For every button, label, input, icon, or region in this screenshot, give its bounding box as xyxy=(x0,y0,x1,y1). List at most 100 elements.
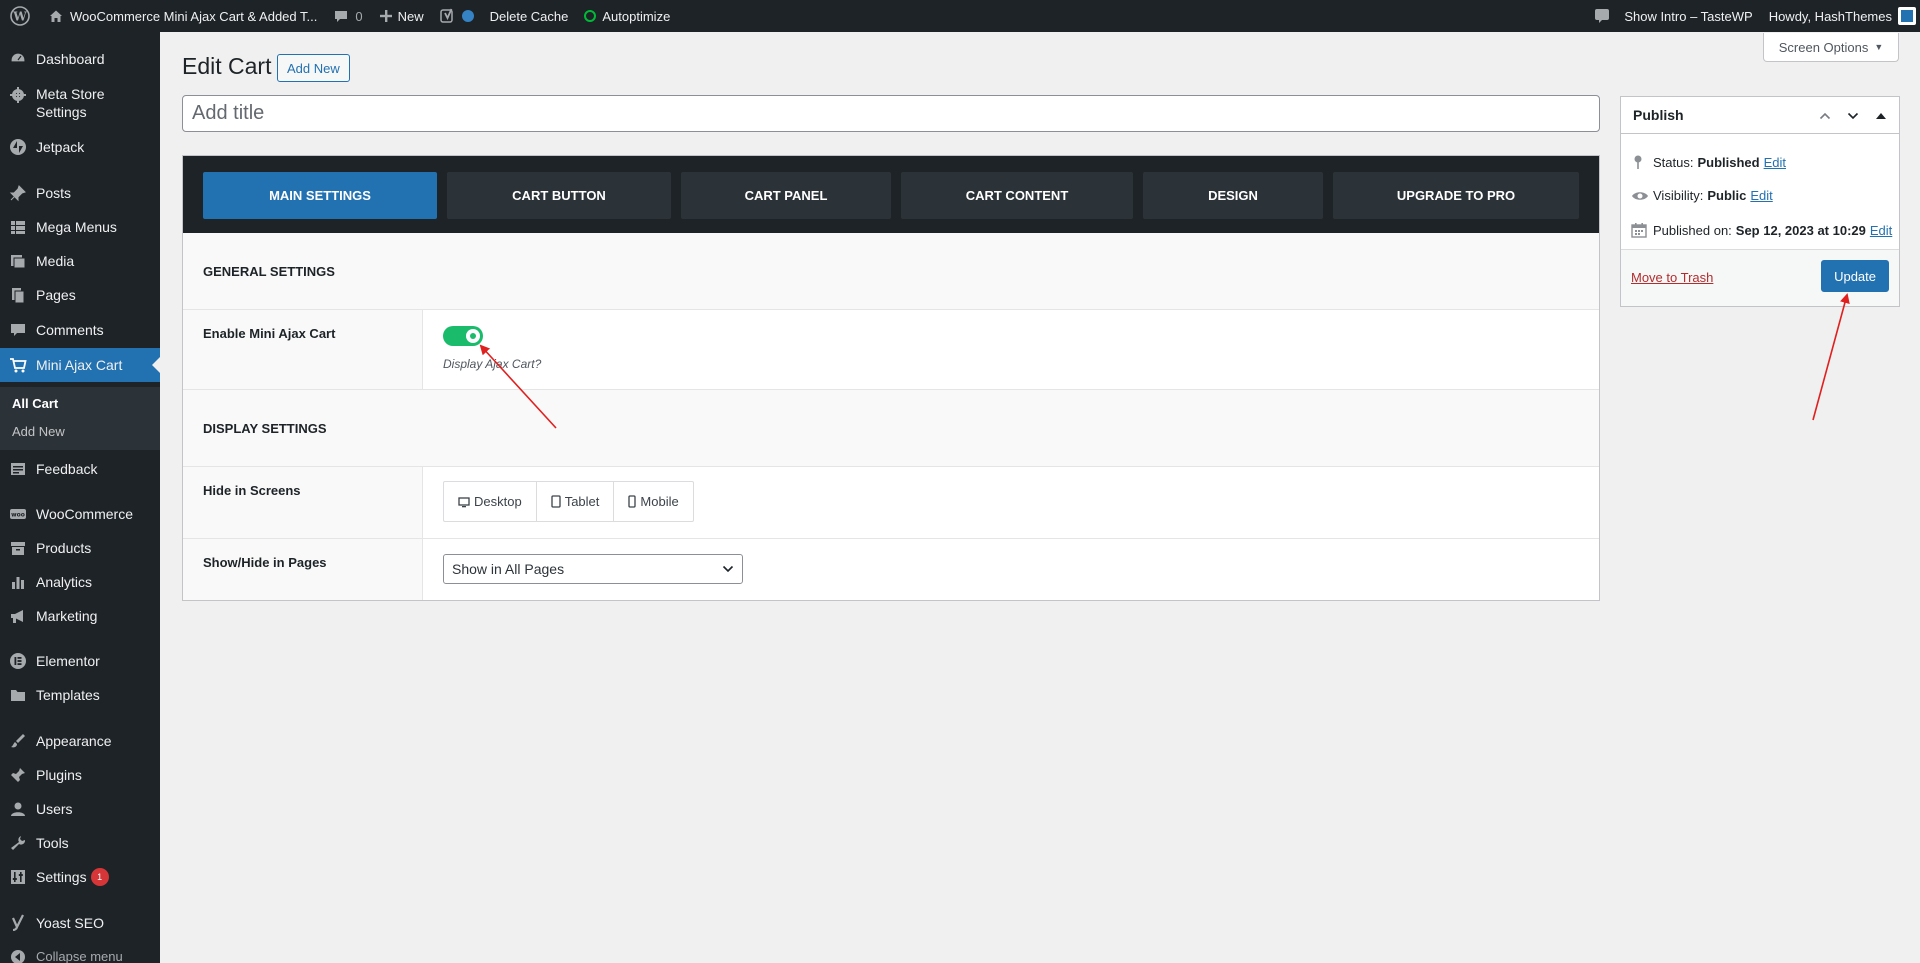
site-name-link[interactable]: WooCommerce Mini Ajax Cart & Added T... xyxy=(40,0,325,32)
move-down-icon[interactable] xyxy=(1843,106,1863,126)
status-edit-link[interactable]: Edit xyxy=(1764,155,1786,170)
yoast-menu[interactable] xyxy=(432,0,482,32)
sidebar-item-label: Marketing xyxy=(36,608,98,624)
media-icon xyxy=(0,252,36,270)
sidebar-item-label: Mini Ajax Cart xyxy=(36,357,123,373)
show-intro-link[interactable]: Show Intro – TasteWP xyxy=(1586,0,1760,32)
screen-options-button[interactable]: Screen Options ▼ xyxy=(1763,33,1899,62)
sidebar-item-settings[interactable]: Settings 1 xyxy=(0,868,160,886)
collapse-toggle-icon[interactable] xyxy=(1871,106,1891,126)
sidebar-item-elementor[interactable]: Elementor xyxy=(0,652,160,670)
site-name: WooCommerce Mini Ajax Cart & Added T... xyxy=(70,8,318,24)
tab-cart-panel[interactable]: CART PANEL xyxy=(681,172,891,219)
sidebar-item-comments[interactable]: Comments xyxy=(0,321,160,339)
sidebar-item-appearance[interactable]: Appearance xyxy=(0,732,160,750)
settings-icon xyxy=(0,868,36,886)
sidebar-item-label: Posts xyxy=(36,185,72,201)
device-mobile-button[interactable]: Mobile xyxy=(614,482,692,521)
avatar xyxy=(1898,7,1916,25)
publish-actions: Move to Trash Update xyxy=(1621,249,1899,306)
sidebar-item-label: Jetpack xyxy=(36,139,85,155)
visibility-edit-link[interactable]: Edit xyxy=(1750,188,1772,203)
sidebar-item-analytics[interactable]: Analytics xyxy=(0,573,160,591)
sidebar-item-users[interactable]: Users xyxy=(0,800,160,818)
move-up-icon[interactable] xyxy=(1815,106,1835,126)
enable-cart-toggle[interactable] xyxy=(443,326,483,346)
update-button[interactable]: Update xyxy=(1821,260,1889,292)
device-desktop-button[interactable]: Desktop xyxy=(444,482,537,521)
chevron-down-icon xyxy=(722,565,734,573)
tab-upgrade-to-pro[interactable]: UPGRADE TO PRO xyxy=(1333,172,1579,219)
sidebar-item-marketing[interactable]: Marketing xyxy=(0,607,160,625)
settings-tab-bar: MAIN SETTINGS CART BUTTON CART PANEL CAR… xyxy=(183,156,1599,233)
sidebar-item-mega-menus[interactable]: Mega Menus xyxy=(0,218,160,236)
comments-link[interactable]: 0 xyxy=(325,0,370,32)
howdy-label: Howdy, HashThemes xyxy=(1768,8,1892,24)
new-content-link[interactable]: New xyxy=(371,0,432,32)
device-mobile-label: Mobile xyxy=(640,494,679,509)
submenu-item-add-new[interactable]: Add New xyxy=(12,424,65,439)
sidebar-item-label: Yoast SEO xyxy=(36,915,104,931)
sidebar-item-label: Feedback xyxy=(36,461,98,477)
svg-text:W: W xyxy=(12,10,27,24)
sidebar-item-pages[interactable]: Pages xyxy=(0,286,160,304)
sidebar-item-jetpack[interactable]: Jetpack xyxy=(0,138,160,156)
general-settings-heading: GENERAL SETTINGS xyxy=(183,233,1599,310)
published-on-edit-link[interactable]: Edit xyxy=(1870,223,1892,238)
sidebar-item-media[interactable]: Media xyxy=(0,252,160,270)
sidebar-item-mini-ajax-cart[interactable]: Mini Ajax Cart xyxy=(0,348,160,382)
sidebar-item-label: Analytics xyxy=(36,574,93,590)
tab-cart-content[interactable]: CART CONTENT xyxy=(901,172,1133,219)
sidebar-item-label: WooCommerce xyxy=(36,506,133,522)
move-to-trash-link[interactable]: Move to Trash xyxy=(1631,270,1713,285)
device-tablet-button[interactable]: Tablet xyxy=(537,482,615,521)
device-selector: Desktop Tablet Mobile xyxy=(443,481,694,522)
wordpress-logo-icon[interactable]: W xyxy=(0,0,40,32)
sidebar-item-label: Pages xyxy=(36,287,76,303)
comment-icon xyxy=(0,321,36,339)
post-status-line: Status: Published Edit xyxy=(1631,154,1786,170)
sidebar-item-woocommerce[interactable]: woo WooCommerce xyxy=(0,505,160,523)
desktop-icon xyxy=(458,496,470,508)
display-settings-title: DISPLAY SETTINGS xyxy=(203,420,327,436)
collapse-menu-button[interactable]: Collapse menu xyxy=(0,948,160,963)
sidebar-item-posts[interactable]: Posts xyxy=(0,184,160,202)
folder-icon xyxy=(0,686,36,704)
sidebar-item-label: Dashboard xyxy=(36,51,105,67)
enable-cart-description: Display Ajax Cart? xyxy=(443,357,542,371)
autoptimize-link[interactable]: Autoptimize xyxy=(576,0,678,32)
sidebar-item-label: Elementor xyxy=(36,653,100,669)
delete-cache-link[interactable]: Delete Cache xyxy=(482,0,577,32)
publish-title: Publish xyxy=(1633,107,1684,123)
tab-main-settings[interactable]: MAIN SETTINGS xyxy=(203,172,437,219)
publish-controls xyxy=(1815,97,1891,134)
show-hide-pages-select[interactable]: Show in All Pages xyxy=(443,554,743,584)
grid-icon xyxy=(0,218,36,236)
visibility-label: Visibility: xyxy=(1653,188,1704,203)
home-icon xyxy=(48,8,64,24)
sidebar-item-templates[interactable]: Templates xyxy=(0,686,160,704)
calendar-icon xyxy=(1631,222,1653,238)
sidebar-item-tools[interactable]: Tools xyxy=(0,834,160,852)
sidebar-item-feedback[interactable]: Feedback xyxy=(0,460,160,478)
tab-design[interactable]: DESIGN xyxy=(1143,172,1323,219)
toggle-knob xyxy=(466,329,480,343)
sidebar-item-label: Tools xyxy=(36,835,69,851)
comments-count: 0 xyxy=(355,8,363,24)
add-new-button[interactable]: Add New xyxy=(277,54,350,82)
sidebar-item-yoast-seo[interactable]: Yoast SEO xyxy=(0,914,160,932)
dashboard-icon xyxy=(0,50,36,68)
title-input[interactable] xyxy=(182,95,1600,132)
sidebar-item-dashboard[interactable]: Dashboard xyxy=(0,50,160,68)
sidebar-item-plugins[interactable]: Plugins xyxy=(0,766,160,784)
tab-cart-button[interactable]: CART BUTTON xyxy=(447,172,671,219)
visibility-line: Visibility: Public Edit xyxy=(1631,188,1773,203)
sidebar-item-products[interactable]: Products xyxy=(0,539,160,557)
my-account-menu[interactable]: Howdy, HashThemes xyxy=(1761,0,1920,32)
sidebar-item-meta-store-settings[interactable]: Meta Store Settings xyxy=(0,85,160,121)
submenu-item-all-cart[interactable]: All Cart xyxy=(12,396,58,411)
seo-status-dot xyxy=(461,10,474,22)
yoast-icon xyxy=(0,914,36,932)
comment-bubble-icon xyxy=(333,8,349,24)
show-hide-pages-row: Show/Hide in Pages Show in All Pages xyxy=(183,539,1599,600)
